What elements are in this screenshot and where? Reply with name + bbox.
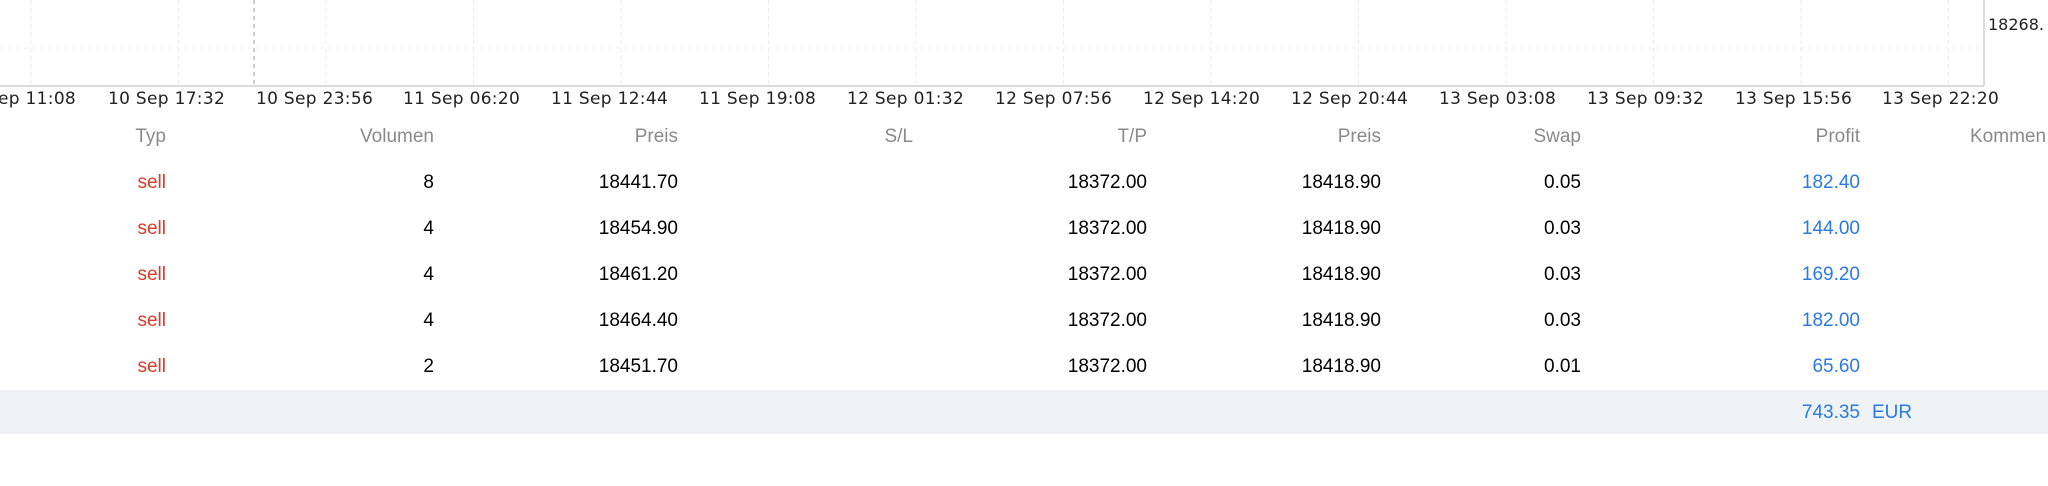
time-axis-label: 10 Sep 17:32: [108, 89, 225, 109]
column-header-profit[interactable]: Profit: [1816, 114, 1860, 160]
cell-preis-current: 18418.90: [1301, 310, 1381, 331]
cell-tp: 18372.00: [1067, 356, 1147, 377]
cell-tp: 18372.00: [1067, 218, 1147, 239]
table-row[interactable]: sell 4 18454.90 18372.00 18418.90 0.03 1…: [0, 206, 2048, 252]
table-row[interactable]: sell 4 18461.20 18372.00 18418.90 0.03 1…: [0, 252, 2048, 298]
cell-volumen: 2: [423, 356, 434, 377]
cell-preis-open: 18451.70: [598, 356, 678, 377]
chart-grid: [0, 0, 1984, 86]
cell-profit: 169.20: [1801, 264, 1860, 285]
column-header-preis-current[interactable]: Preis: [1338, 114, 1381, 160]
price-axis-label: 18268.: [1988, 15, 2044, 34]
time-axis-label: 13 Sep 15:56: [1735, 89, 1852, 109]
cell-preis-open: 18454.90: [598, 218, 678, 239]
column-header-tp[interactable]: T/P: [1117, 114, 1147, 160]
column-header-sl[interactable]: S/L: [884, 114, 913, 160]
time-axis-label: 12 Sep 01:32: [847, 89, 964, 109]
time-axis-label: ep 11:08: [0, 89, 76, 109]
price-chart[interactable]: 18268. ep 11:08 10 Sep 17:32 10 Sep 23:56 1…: [0, 0, 2048, 114]
cell-preis-current: 18418.90: [1301, 172, 1381, 193]
time-axis-label: 13 Sep 03:08: [1439, 89, 1556, 109]
cell-volumen: 8: [423, 172, 434, 193]
time-axis-label: 12 Sep 07:56: [995, 89, 1112, 109]
cell-preis-open: 18464.40: [598, 310, 678, 331]
cell-preis-open: 18461.20: [598, 264, 678, 285]
cell-profit: 144.00: [1801, 218, 1860, 239]
cell-preis-current: 18418.90: [1301, 218, 1381, 239]
table-row[interactable]: sell 8 18441.70 18372.00 18418.90 0.05 1…: [0, 160, 2048, 206]
cell-volumen: 4: [423, 310, 434, 331]
cell-tp: 18372.00: [1067, 172, 1147, 193]
cell-typ: sell: [137, 264, 166, 285]
cell-typ: sell: [137, 218, 166, 239]
total-currency: EUR: [1872, 402, 1913, 423]
time-axis-label: 11 Sep 19:08: [699, 89, 816, 109]
cell-preis-open: 18441.70: [598, 172, 678, 193]
cell-typ: sell: [137, 310, 166, 331]
time-axis-label: 10 Sep 23:56: [256, 89, 373, 109]
positions-table: Typ Volumen Preis S/L T/P Preis Swap Pro…: [0, 114, 2048, 434]
cell-typ: sell: [137, 356, 166, 377]
column-header-volumen[interactable]: Volumen: [360, 114, 434, 160]
cell-profit: 182.40: [1801, 172, 1860, 193]
time-axis-label: 13 Sep 22:20: [1882, 89, 1999, 109]
cell-typ: sell: [137, 172, 166, 193]
total-profit: 743.35: [1801, 402, 1860, 423]
cell-preis-current: 18418.90: [1301, 264, 1381, 285]
time-axis-label: 11 Sep 06:20: [403, 89, 520, 109]
column-header-kommentar[interactable]: Kommen: [1970, 114, 2046, 160]
cell-swap: 0.03: [1544, 264, 1581, 285]
cell-swap: 0.05: [1544, 172, 1581, 193]
cell-profit: 65.60: [1812, 356, 1860, 377]
time-axis-label: 13 Sep 09:32: [1587, 89, 1704, 109]
cell-swap: 0.03: [1544, 218, 1581, 239]
total-row: 743.35 EUR: [0, 390, 2048, 434]
cell-preis-current: 18418.90: [1301, 356, 1381, 377]
time-axis-label: 11 Sep 12:44: [551, 89, 668, 109]
cell-volumen: 4: [423, 218, 434, 239]
column-header-preis-open[interactable]: Preis: [635, 114, 678, 160]
time-axis-label: 12 Sep 20:44: [1291, 89, 1408, 109]
cell-swap: 0.03: [1544, 310, 1581, 331]
cell-profit: 182.00: [1801, 310, 1860, 331]
column-header-typ[interactable]: Typ: [135, 114, 166, 160]
time-axis: ep 11:08 10 Sep 17:32 10 Sep 23:56 11 Sep 0…: [0, 89, 1999, 109]
table-row[interactable]: sell 4 18464.40 18372.00 18418.90 0.03 1…: [0, 298, 2048, 344]
cell-volumen: 4: [423, 264, 434, 285]
time-axis-label: 12 Sep 14:20: [1143, 89, 1260, 109]
table-header: Typ Volumen Preis S/L T/P Preis Swap Pro…: [0, 114, 2048, 160]
cell-swap: 0.01: [1544, 356, 1581, 377]
table-row[interactable]: sell 2 18451.70 18372.00 18418.90 0.01 6…: [0, 344, 2048, 390]
cell-tp: 18372.00: [1067, 264, 1147, 285]
column-header-swap[interactable]: Swap: [1533, 114, 1581, 160]
cell-tp: 18372.00: [1067, 310, 1147, 331]
